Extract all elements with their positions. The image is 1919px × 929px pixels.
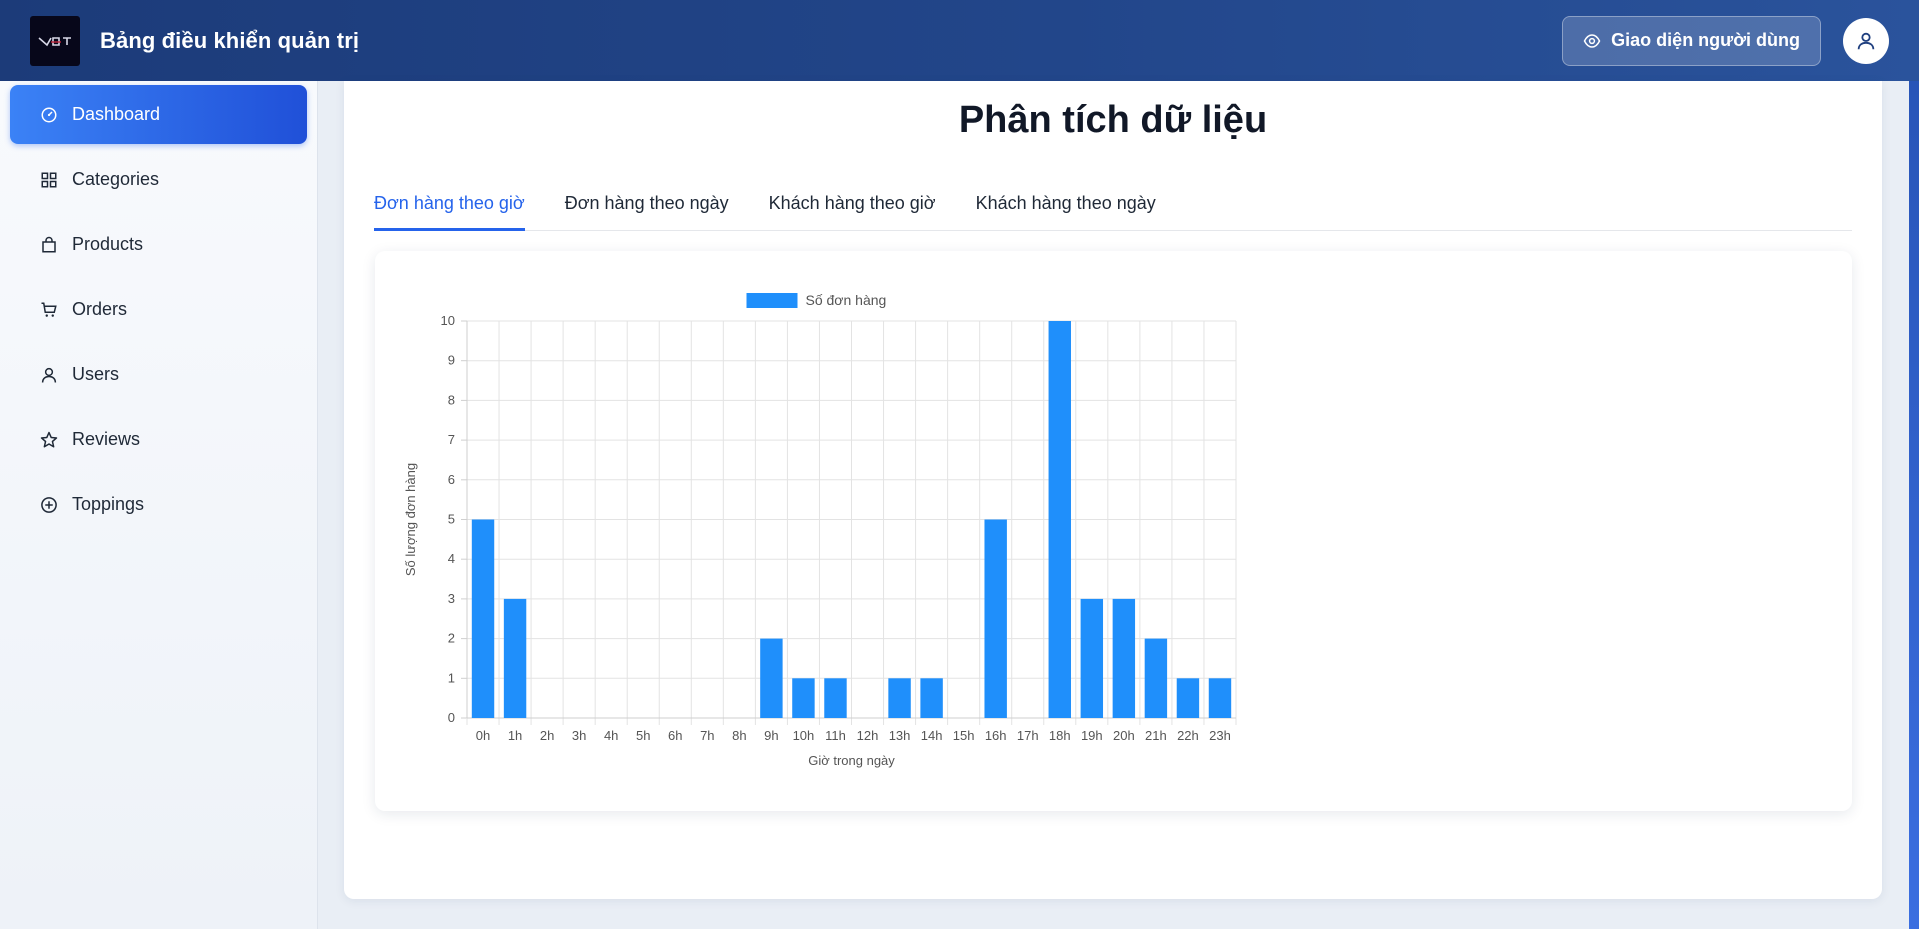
x-tick-label: 9h <box>764 728 778 743</box>
eye-icon <box>1583 33 1601 48</box>
x-tick-label: 11h <box>825 728 846 743</box>
header-actions: Giao diện người dùng <box>1562 15 1889 66</box>
x-tick-label: 13h <box>889 728 911 743</box>
user-icon <box>40 366 58 384</box>
y-tick-label: 4 <box>448 551 455 566</box>
y-tick-label: 0 <box>448 710 455 725</box>
grid-icon <box>40 171 58 189</box>
sidebar-item-reviews[interactable]: Reviews <box>10 410 307 469</box>
x-tick-label: 19h <box>1081 728 1103 743</box>
sidebar-item-users[interactable]: Users <box>10 345 307 404</box>
analytics-tabs: Đơn hàng theo giờ Đơn hàng theo ngày Khá… <box>374 181 1852 231</box>
bar <box>792 678 815 718</box>
x-tick-label: 2h <box>540 728 554 743</box>
tab-customers-by-hour[interactable]: Khách hàng theo giờ <box>769 181 936 231</box>
bar <box>984 519 1007 718</box>
user-view-label: Giao diện người dùng <box>1611 30 1800 50</box>
shopping-bag-icon <box>40 236 58 254</box>
y-tick-label: 3 <box>448 591 455 606</box>
bar <box>1176 678 1200 718</box>
y-tick-label: 5 <box>448 512 455 527</box>
tab-orders-by-hour[interactable]: Đơn hàng theo giờ <box>374 181 525 231</box>
x-tick-label: 21h <box>1145 728 1167 743</box>
bar <box>760 638 783 718</box>
brand-logo[interactable] <box>30 15 80 66</box>
dashboard-gauge-icon <box>40 106 58 124</box>
x-tick-label: 1h <box>508 728 522 743</box>
tab-orders-by-day[interactable]: Đơn hàng theo ngày <box>565 181 729 231</box>
sidebar: Dashboard Categories Products Orders Use… <box>0 81 318 929</box>
x-tick-label: 4h <box>604 728 618 743</box>
sidebar-item-label: Toppings <box>72 494 145 514</box>
bar <box>1048 321 1071 718</box>
sidebar-item-label: Orders <box>72 299 128 319</box>
x-tick-label: 17h <box>1017 728 1039 743</box>
legend-label: Số đơn hàng <box>806 292 887 308</box>
orders-by-hour-chart: 0 1 2 3 4 5 6 7 8 9 10 0h 1h 2h 3h 4h 5h 6h 7h 8h 9h 10h 11h 12… <box>403 292 1237 768</box>
x-tick-label: 22h <box>1177 728 1199 743</box>
bar <box>1080 598 1104 718</box>
x-axis-title: Giờ trong ngày <box>808 753 895 768</box>
plus-circle-icon <box>40 496 58 514</box>
user-view-button[interactable]: Giao diện người dùng <box>1562 15 1821 66</box>
x-tick-label: 15h <box>953 728 975 743</box>
app-title: Bảng điều khiển quản trị <box>100 27 360 53</box>
tab-customers-by-day[interactable]: Khách hàng theo ngày <box>976 181 1156 231</box>
x-tick-label: 12h <box>857 728 879 743</box>
bar <box>503 598 527 718</box>
sidebar-item-dashboard[interactable]: Dashboard <box>10 85 307 144</box>
main-content-card: Phân tích dữ liệu Đơn hàng theo giờ Đơn … <box>344 81 1882 899</box>
y-tick-label: 8 <box>448 392 455 407</box>
x-tick-label: 14h <box>921 728 943 743</box>
user-avatar-icon <box>1857 32 1875 49</box>
sidebar-item-orders[interactable]: Orders <box>10 280 307 339</box>
star-icon <box>40 431 58 449</box>
page-title: Phân tích dữ liệu <box>958 99 1268 141</box>
sidebar-item-label: Categories <box>72 169 160 189</box>
top-header: Bảng điều khiển quản trị Giao diện người… <box>0 0 1919 81</box>
x-tick-label: 7h <box>700 728 714 743</box>
bar <box>888 678 911 718</box>
chart-card: 0 1 2 3 4 5 6 7 8 9 10 0h 1h 2h 3h 4h 5h 6h 7h 8h 9h 10h 11h 12… <box>375 251 1852 811</box>
sidebar-item-categories[interactable]: Categories <box>10 150 307 209</box>
sidebar-item-toppings[interactable]: Toppings <box>10 475 307 534</box>
sidebar-item-label: Reviews <box>72 429 141 449</box>
x-tick-label: 8h <box>732 728 746 743</box>
x-tick-label: 6h <box>668 728 682 743</box>
cart-icon <box>40 301 58 319</box>
x-tick-label: 20h <box>1113 728 1135 743</box>
y-tick-label: 2 <box>448 631 455 646</box>
logo-mark-icon <box>38 36 71 46</box>
bar <box>471 519 495 718</box>
right-edge-accent <box>1909 81 1919 929</box>
sidebar-item-label: Dashboard <box>72 104 161 124</box>
bar <box>1112 598 1136 718</box>
y-tick-label: 6 <box>448 472 455 487</box>
sidebar-item-label: Users <box>72 364 120 384</box>
y-tick-label: 1 <box>448 670 455 685</box>
legend-swatch <box>746 293 798 308</box>
x-tick-label: 16h <box>985 728 1007 743</box>
bar <box>824 678 847 718</box>
bar <box>1208 678 1232 718</box>
sidebar-item-label: Products <box>72 234 144 254</box>
avatar[interactable] <box>1843 17 1889 64</box>
bar <box>920 678 943 718</box>
x-tick-label: 10h <box>793 728 815 743</box>
x-tick-label: 3h <box>572 728 586 743</box>
x-tick-label: 23h <box>1209 728 1231 743</box>
bar <box>1144 638 1168 718</box>
y-axis-title: Số lượng đơn hàng <box>403 463 418 576</box>
y-tick-label: 10 <box>441 313 455 328</box>
sidebar-item-products[interactable]: Products <box>10 215 307 274</box>
x-tick-label: 18h <box>1049 728 1071 743</box>
y-tick-label: 7 <box>448 432 455 447</box>
y-tick-label: 9 <box>448 353 455 368</box>
x-tick-label: 5h <box>636 728 650 743</box>
x-tick-label: 0h <box>476 728 490 743</box>
